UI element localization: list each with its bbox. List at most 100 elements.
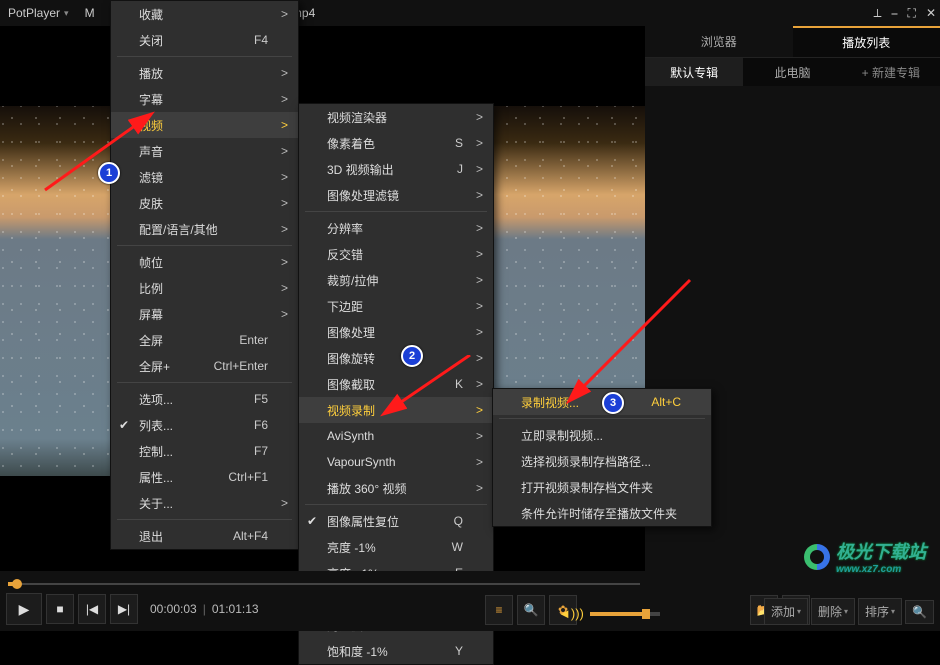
main-menu-item[interactable]: 屏幕> xyxy=(111,301,298,327)
main-menu-item[interactable]: 关于...> xyxy=(111,490,298,516)
watermark-logo-icon xyxy=(804,544,830,570)
sort-button[interactable]: 排序▾ xyxy=(858,598,902,625)
video-menu-item[interactable]: 3D 视频输出J> xyxy=(299,156,493,182)
main-menu-item[interactable]: 帧位> xyxy=(111,249,298,275)
video-menu-item[interactable]: 反交错> xyxy=(299,241,493,267)
add-button[interactable]: 添加▾ xyxy=(764,598,808,625)
menu-item-label: 属性... xyxy=(139,469,173,486)
pin-icon[interactable]: ⟂ xyxy=(874,6,882,21)
menu-item-label: 亮度 -1% xyxy=(327,539,376,556)
main-menu-item[interactable]: 属性...Ctrl+F1 xyxy=(111,464,298,490)
record-menu-item[interactable]: 立即录制视频... xyxy=(493,422,711,448)
submenu-arrow-icon: > xyxy=(476,429,483,443)
chevron-down-icon: ▾ xyxy=(64,8,69,19)
seek-bar[interactable] xyxy=(8,577,640,591)
submenu-arrow-icon: > xyxy=(476,403,483,417)
zoom-button[interactable]: 🔍 xyxy=(517,595,545,625)
video-menu-item[interactable]: 像素着色S> xyxy=(299,130,493,156)
main-menu-item[interactable]: 控制...F7 xyxy=(111,438,298,464)
record-menu-item[interactable]: 选择视频录制存档路径... xyxy=(493,448,711,474)
submenu-arrow-icon: > xyxy=(281,118,288,132)
menu-item-label: 打开视频录制存档文件夹 xyxy=(521,479,653,496)
check-icon: ✔ xyxy=(119,418,129,432)
menu-item-label: 列表... xyxy=(139,417,173,434)
tab-playlist[interactable]: 播放列表 xyxy=(793,26,940,58)
fullscreen-icon[interactable]: ⛶ xyxy=(908,6,916,21)
video-menu-item[interactable]: 饱和度 -1%Y xyxy=(299,638,493,664)
submenu-arrow-icon: > xyxy=(281,66,288,80)
video-menu-item[interactable]: ✔图像属性复位Q xyxy=(299,508,493,534)
main-menu-item[interactable]: ✔ 列表... F6 xyxy=(111,412,298,438)
seek-knob[interactable] xyxy=(12,579,22,589)
main-menu-item[interactable]: 配置/语言/其他> xyxy=(111,216,298,242)
video-menu-item[interactable]: AviSynth> xyxy=(299,423,493,449)
video-menu-item[interactable]: 分辨率> xyxy=(299,215,493,241)
play-button[interactable]: ▶ xyxy=(6,593,42,625)
stop-button[interactable]: ■ xyxy=(46,594,74,624)
prev-button[interactable]: |◀ xyxy=(78,594,106,624)
menu-item-label: 关于... xyxy=(139,495,173,512)
tab-new-album[interactable]: + 新建专辑 xyxy=(842,58,940,86)
volume-track[interactable] xyxy=(590,612,660,616)
close-icon[interactable]: ✕ xyxy=(926,6,936,20)
tab-browser[interactable]: 浏览器 xyxy=(645,26,793,58)
main-context-menu: 收藏>关闭F4播放>字幕>视频>声音>滤镜>皮肤>配置/语言/其他>帧位>比例>… xyxy=(110,0,299,550)
menu-button[interactable]: ≡ xyxy=(485,595,513,625)
video-menu-item[interactable]: 图像处理> xyxy=(299,319,493,345)
main-menu-item[interactable]: 收藏> xyxy=(111,1,298,27)
main-menu-item[interactable]: 关闭F4 xyxy=(111,27,298,53)
main-menu-item[interactable]: 声音> xyxy=(111,138,298,164)
main-menu-item[interactable]: 视频> xyxy=(111,112,298,138)
video-record-submenu: 录制视频...Alt+C 立即录制视频...选择视频录制存档路径... 打开视频录制… xyxy=(492,388,712,527)
submenu-arrow-icon: > xyxy=(476,221,483,235)
search-button[interactable]: 🔍 xyxy=(905,600,934,624)
watermark-text: 极光下载站 xyxy=(836,538,926,564)
menu-item-label: 全屏 xyxy=(139,332,163,349)
video-menu-item[interactable]: VapourSynth> xyxy=(299,449,493,475)
menu-item-label: 图像属性复位 xyxy=(327,513,399,530)
menu-item-label: 播放 xyxy=(139,65,163,82)
video-menu-item[interactable]: 下边距> xyxy=(299,293,493,319)
submenu-arrow-icon: > xyxy=(281,170,288,184)
main-menu-item[interactable]: 全屏+Ctrl+Enter xyxy=(111,353,298,379)
main-menu-item[interactable]: 退出Alt+F4 xyxy=(111,523,298,549)
next-button[interactable]: ▶| xyxy=(110,594,138,624)
video-menu-item[interactable]: 图像旋转> xyxy=(299,345,493,371)
main-menu-item[interactable]: 选项...F5 xyxy=(111,386,298,412)
delete-button[interactable]: 删除▾ xyxy=(811,598,855,625)
main-menu-item[interactable]: 全屏 Enter xyxy=(111,327,298,353)
submenu-arrow-icon: > xyxy=(476,247,483,261)
app-menu-button[interactable]: PotPlayer ▾ xyxy=(0,6,77,20)
tab-this-pc[interactable]: 此电脑 xyxy=(743,58,841,86)
video-menu-item[interactable]: 亮度 -1%W xyxy=(299,534,493,560)
main-menu-item[interactable]: 皮肤> xyxy=(111,190,298,216)
time-current: 00:00:03 xyxy=(150,602,197,616)
record-menu-item[interactable]: 打开视频录制存档文件夹 xyxy=(493,474,711,500)
tab-default-album[interactable]: 默认专辑 xyxy=(645,58,743,86)
submenu-arrow-icon: > xyxy=(281,7,288,21)
menu-item-shortcut: F5 xyxy=(254,392,268,406)
video-menu-item[interactable]: 播放 360° 视频> xyxy=(299,475,493,501)
menu-item-shortcut: F6 xyxy=(254,418,268,432)
video-menu-item[interactable]: 图像截取K> xyxy=(299,371,493,397)
main-menu-item[interactable]: 滤镜 > xyxy=(111,164,298,190)
main-menu-item[interactable]: 播放 > xyxy=(111,60,298,86)
main-menu-item[interactable]: 字幕> xyxy=(111,86,298,112)
playback-controls: ▶ ■ |◀ ▶| 00:00:03 | 01:01:13 xyxy=(6,593,259,625)
main-menu-item[interactable]: 比例> xyxy=(111,275,298,301)
menu-item-label: 饱和度 -1% xyxy=(327,643,388,660)
menu-item-label: 滤镜 xyxy=(139,169,163,186)
record-menu-item[interactable]: 条件允许时储存至播放文件夹 xyxy=(493,500,711,526)
video-menu-item[interactable]: 裁剪/拉伸> xyxy=(299,267,493,293)
volume-control[interactable]: ◄))) xyxy=(558,606,660,621)
video-menu-item[interactable]: 图像处理滤镜> xyxy=(299,182,493,208)
menu-item-shortcut: Enter xyxy=(239,333,268,347)
video-menu-item[interactable]: 视频录制> xyxy=(299,397,493,423)
submenu-arrow-icon: > xyxy=(476,110,483,124)
record-menu-item[interactable]: 录制视频...Alt+C xyxy=(493,389,711,415)
menu-item-label: 比例 xyxy=(139,280,163,297)
video-menu-item[interactable]: 视频渲染器> xyxy=(299,104,493,130)
speaker-icon[interactable]: ◄))) xyxy=(558,606,584,621)
submenu-arrow-icon: > xyxy=(476,273,483,287)
minimize-icon[interactable]: ⎯ xyxy=(892,6,898,21)
